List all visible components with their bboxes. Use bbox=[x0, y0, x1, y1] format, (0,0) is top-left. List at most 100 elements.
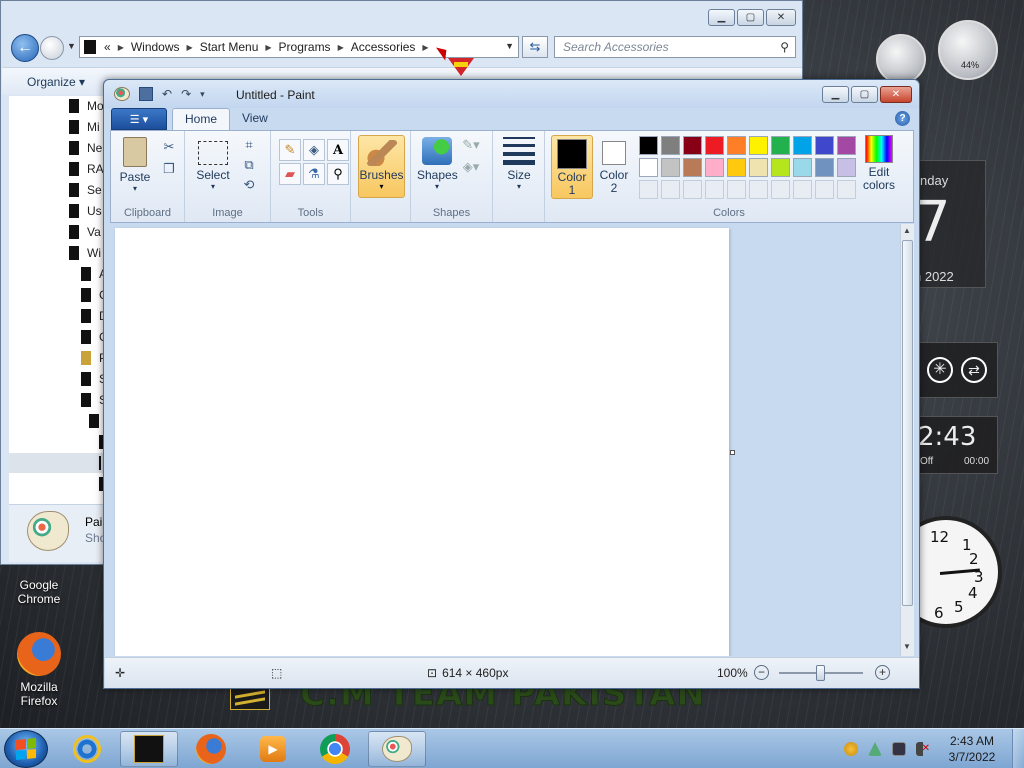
palette-swatch[interactable] bbox=[661, 136, 680, 155]
maximize-button[interactable]: ▢ bbox=[851, 86, 878, 103]
palette-swatch[interactable] bbox=[793, 136, 812, 155]
size-button[interactable]: Size ▾ bbox=[501, 137, 537, 191]
palette-swatch[interactable] bbox=[815, 136, 834, 155]
taskbar-firefox[interactable] bbox=[182, 731, 240, 767]
palette-swatch[interactable] bbox=[815, 158, 834, 177]
breadcrumb-overflow[interactable]: « bbox=[104, 40, 111, 54]
custom-color-slot[interactable] bbox=[749, 180, 768, 199]
tree-item[interactable]: Mi bbox=[69, 117, 100, 137]
customize-qat-dropdown[interactable]: ▾ bbox=[200, 89, 205, 100]
palette-swatch[interactable] bbox=[749, 136, 768, 155]
taskbar-chrome[interactable] bbox=[306, 731, 364, 767]
custom-color-slot[interactable] bbox=[683, 180, 702, 199]
zoom-slider[interactable] bbox=[779, 665, 863, 681]
recent-pages-dropdown[interactable]: ▼ bbox=[67, 41, 76, 51]
palette-swatch[interactable] bbox=[705, 136, 724, 155]
custom-color-slot[interactable] bbox=[661, 180, 680, 199]
breadcrumb-item[interactable]: Start Menu bbox=[200, 40, 259, 54]
zoom-out-button[interactable]: − bbox=[754, 665, 769, 680]
weather-gadget[interactable]: ✳ ⇄ bbox=[918, 342, 998, 398]
refresh-button[interactable]: ⇆ bbox=[522, 36, 548, 58]
palette-swatch[interactable] bbox=[661, 158, 680, 177]
brushes-button[interactable]: Brushes ▾ bbox=[358, 135, 405, 198]
address-bar[interactable]: « ▶ Windows ▶ Start Menu ▶ Programs ▶ Ac… bbox=[79, 36, 519, 58]
palette-swatch[interactable] bbox=[837, 158, 856, 177]
fill-icon[interactable]: ◈ bbox=[303, 139, 325, 161]
back-button[interactable]: ← bbox=[11, 34, 39, 62]
swap-icon[interactable]: ⇄ bbox=[961, 357, 987, 383]
color-picker-icon[interactable]: ⚗ bbox=[303, 163, 325, 185]
taskbar-cm-team[interactable] bbox=[120, 731, 178, 767]
palette-swatch[interactable] bbox=[683, 136, 702, 155]
address-dropdown[interactable]: ▼ bbox=[505, 41, 514, 51]
text-icon[interactable]: A bbox=[327, 139, 349, 161]
cut-icon[interactable]: ✂ bbox=[159, 137, 179, 157]
close-button[interactable]: ✕ bbox=[766, 9, 796, 26]
desktop-icon-chrome[interactable]: Google Chrome bbox=[4, 560, 74, 606]
tree-item[interactable]: Wi bbox=[69, 243, 101, 263]
scroll-down-arrow[interactable]: ▼ bbox=[903, 642, 911, 651]
tree-item-selected[interactable] bbox=[9, 453, 109, 473]
color2-button[interactable]: Color 2 bbox=[593, 135, 635, 199]
vertical-scrollbar[interactable]: ▲ ▼ bbox=[900, 224, 914, 656]
start-button[interactable] bbox=[4, 730, 48, 768]
outline-icon[interactable]: ✎▾ bbox=[461, 135, 481, 155]
custom-color-slot[interactable] bbox=[705, 180, 724, 199]
tree-item[interactable]: Va bbox=[69, 222, 101, 242]
palette-swatch[interactable] bbox=[727, 136, 746, 155]
paint-app-icon[interactable] bbox=[114, 87, 130, 101]
breadcrumb-item[interactable]: Accessories bbox=[351, 40, 416, 54]
select-button[interactable]: Select ▾ bbox=[193, 137, 233, 191]
palette-swatch[interactable] bbox=[639, 158, 658, 177]
paint-menu-button[interactable]: ☰ ▾ bbox=[111, 108, 167, 130]
breadcrumb-item[interactable]: Windows bbox=[131, 40, 180, 54]
magnifier-icon[interactable]: ⚲ bbox=[327, 163, 349, 185]
tree-item[interactable]: Mo bbox=[69, 96, 104, 116]
navigation-tree[interactable]: Mo Mi Ne RA Se Us Va Wi A C D C P S S bbox=[9, 96, 109, 504]
search-input[interactable]: Search Accessories ⚲ bbox=[554, 36, 796, 58]
close-button[interactable]: ✕ bbox=[880, 86, 912, 103]
palette-swatch[interactable] bbox=[771, 136, 790, 155]
resize-icon[interactable]: ⧉ bbox=[239, 155, 259, 175]
shapes-button[interactable]: Shapes ▾ bbox=[417, 137, 458, 191]
custom-color-slot[interactable] bbox=[793, 180, 812, 199]
paint-titlebar[interactable]: ↶ ↷ ▾ Untitled - Paint ▁ ▢ ✕ bbox=[104, 80, 919, 108]
tree-item[interactable]: Se bbox=[69, 180, 102, 200]
minimize-button[interactable]: ▁ bbox=[822, 86, 849, 103]
resize-handle-right[interactable] bbox=[730, 450, 735, 455]
palette-swatch[interactable] bbox=[727, 158, 746, 177]
copy-icon[interactable]: ❐ bbox=[159, 159, 179, 179]
maximize-button[interactable]: ▢ bbox=[737, 9, 764, 26]
taskbar-clock[interactable]: 2:43 AM 3/7/2022 bbox=[942, 733, 1002, 765]
eraser-icon[interactable]: ▰ bbox=[279, 163, 301, 185]
show-desktop-button[interactable] bbox=[1012, 729, 1024, 768]
save-icon[interactable] bbox=[139, 87, 153, 101]
custom-color-slot[interactable] bbox=[727, 180, 746, 199]
edit-colors-button[interactable]: Edit colors bbox=[855, 135, 903, 192]
palette-swatch[interactable] bbox=[837, 136, 856, 155]
redo-icon[interactable]: ↷ bbox=[181, 87, 191, 101]
palette-swatch[interactable] bbox=[749, 158, 768, 177]
paint-window[interactable]: ↶ ↷ ▾ Untitled - Paint ▁ ▢ ✕ ☰ ▾ Home Vi… bbox=[103, 79, 920, 689]
undo-icon[interactable]: ↶ bbox=[162, 87, 172, 101]
paste-button[interactable]: Paste ▾ bbox=[117, 137, 153, 193]
custom-color-slot[interactable] bbox=[815, 180, 834, 199]
rotate-icon[interactable]: ⟲ bbox=[239, 175, 259, 195]
volume-muted-icon[interactable]: ✕ bbox=[916, 742, 930, 756]
palette-swatch[interactable] bbox=[639, 136, 658, 155]
network-icon[interactable] bbox=[892, 742, 906, 756]
palette-swatch[interactable] bbox=[705, 158, 724, 177]
search-icon[interactable]: ⚲ bbox=[780, 37, 789, 57]
tree-item[interactable]: Us bbox=[69, 201, 102, 221]
palette-swatch[interactable] bbox=[683, 158, 702, 177]
taskbar-ie[interactable] bbox=[58, 731, 116, 767]
palette-swatch[interactable] bbox=[771, 158, 790, 177]
pencil-icon[interactable]: ✎ bbox=[279, 139, 301, 161]
forward-button[interactable] bbox=[40, 36, 64, 60]
custom-color-slot[interactable] bbox=[771, 180, 790, 199]
minimize-button[interactable]: ▁ bbox=[708, 9, 735, 26]
custom-color-slot[interactable] bbox=[639, 180, 658, 199]
zoom-in-button[interactable]: + bbox=[875, 665, 890, 680]
organize-menu[interactable]: Organize ▾ bbox=[27, 75, 85, 89]
drawing-canvas[interactable] bbox=[115, 228, 729, 656]
